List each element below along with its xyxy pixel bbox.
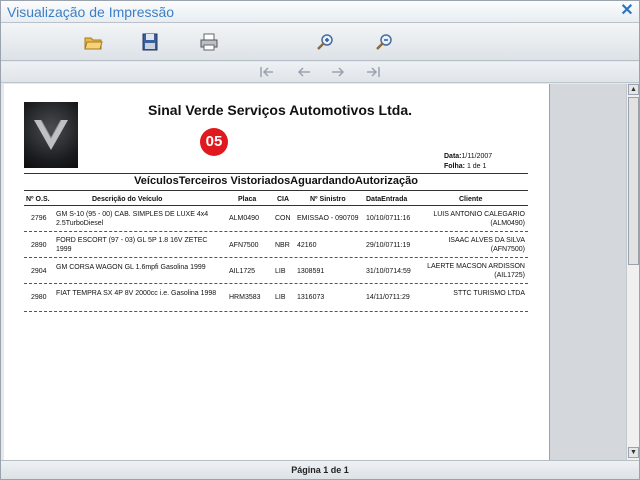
row-vehicle: GM S-10 (95 - 00) CAB. SIMPLES DE LUXE 4… [56, 211, 209, 218]
row-divider [24, 283, 528, 284]
col-plate: Placa [238, 196, 257, 203]
row-vehicle-line2: 1999 [56, 246, 72, 253]
col-vehicle: Descrição do Veículo [92, 196, 163, 203]
title-bar: Visualização de Impressão ✕ [1, 1, 639, 23]
first-page-icon[interactable] [259, 65, 275, 79]
row-client: ISAAC ALVES DA SILVA [448, 237, 525, 244]
scroll-down-icon[interactable]: ▼ [628, 447, 639, 458]
company-name: Sinal Verde Serviços Automotivos Ltda. [148, 102, 412, 118]
row-divider [24, 231, 528, 232]
vertical-scrollbar[interactable]: ▲ ▼ [626, 84, 639, 460]
row-os: 2890 [31, 242, 47, 249]
close-x-icon[interactable]: ✕ [620, 3, 634, 19]
previous-page-icon[interactable] [296, 65, 312, 79]
header-rule [24, 205, 528, 206]
row-client-line2: (ALM0490) [490, 220, 525, 227]
zoom-in-icon[interactable] [315, 32, 335, 52]
last-page-icon[interactable] [365, 65, 381, 79]
row-cia: LIB [275, 268, 286, 275]
report-title: VeículosTerceiros VistoriadosAguardandoA… [134, 175, 418, 187]
row-client: LAERTE MACSON ARDISSON [427, 263, 525, 270]
scroll-up-icon[interactable]: ▲ [628, 84, 639, 95]
col-claim: Nº Sinistro [310, 196, 346, 203]
row-client-line2: (AIL1725) [494, 272, 525, 279]
print-preview-window: Visualização de Impressão ✕ Sinal Verde … [0, 0, 640, 480]
report-page: Sinal Verde Serviços Automotivos Ltda. 0… [4, 84, 550, 460]
row-client: LUIS ANTONIO CALEGARIO [433, 211, 525, 218]
report-meta: Data:1/11/2007 Folha: 1 de 1 [444, 152, 492, 172]
row-claim: 1308591 [297, 268, 325, 275]
row-plate: AIL1725 [229, 268, 256, 275]
col-os: Nº O.S. [26, 196, 50, 203]
row-vehicle: FORD ESCORT (97 - 03) GL 5P 1.8 16V ZETE… [56, 237, 208, 244]
row-vehicle: GM CORSA WAGON GL 1.6mpfi Gasolina 1999 [56, 264, 206, 271]
save-disk-icon[interactable] [140, 32, 160, 52]
date-value: 1/11/2007 [461, 153, 493, 160]
company-logo [24, 102, 78, 168]
col-cia: CIA [277, 196, 290, 203]
next-page-icon[interactable] [330, 65, 346, 79]
page-navigation-bar [1, 62, 639, 83]
row-claim: EMISSAO - 090709 [297, 215, 359, 222]
sheet-label: Folha: [444, 163, 465, 170]
row-client-line2: (AFN7500) [490, 246, 525, 253]
row-vehicle-line2: 2.5TurboDiesel [56, 220, 104, 227]
status-bar: Página 1 de 1 [1, 460, 639, 479]
row-plate: AFN7500 [229, 242, 259, 249]
sheet-value: 1 de 1 [466, 163, 487, 170]
row-os: 2980 [31, 294, 47, 301]
row-cia: LIB [275, 294, 286, 301]
row-cia: CON [275, 215, 291, 222]
zoom-out-icon[interactable] [374, 32, 394, 52]
scroll-thumb[interactable] [628, 97, 639, 265]
row-os: 2796 [31, 215, 47, 222]
row-claim: 42160 [297, 242, 317, 249]
col-client: Cliente [459, 196, 483, 203]
row-divider [24, 257, 528, 258]
window-title: Visualização de Impressão [7, 4, 175, 20]
row-vehicle: FIAT TEMPRA SX 4P 8V 2000cc i.e. Gasolin… [56, 290, 217, 297]
row-client: STTC TURISMO LTDA [453, 290, 525, 297]
row-divider [24, 311, 528, 312]
row-entry: 31/10/0714:59 [366, 268, 411, 275]
page-indicator: Página 1 de 1 [291, 465, 349, 475]
row-plate: HRM3583 [229, 294, 261, 301]
open-folder-icon[interactable] [83, 32, 103, 52]
row-entry: 29/10/0711:19 [366, 242, 411, 249]
report-number-badge: 05 [200, 128, 228, 156]
date-label: Data: [444, 153, 462, 160]
row-cia: NBR [275, 242, 290, 249]
title-rule-top [24, 173, 528, 174]
title-rule-bottom [24, 190, 528, 191]
toolbar [1, 23, 639, 61]
row-entry: 10/10/0711:16 [366, 215, 411, 222]
print-icon[interactable] [199, 32, 219, 52]
col-entry: DataEntrada [366, 196, 408, 203]
row-claim: 1316073 [297, 294, 325, 301]
preview-viewport: Sinal Verde Serviços Automotivos Ltda. 0… [4, 84, 626, 460]
row-entry: 14/11/0711:29 [366, 294, 410, 301]
row-os: 2904 [31, 268, 47, 275]
row-plate: ALM0490 [229, 215, 259, 222]
